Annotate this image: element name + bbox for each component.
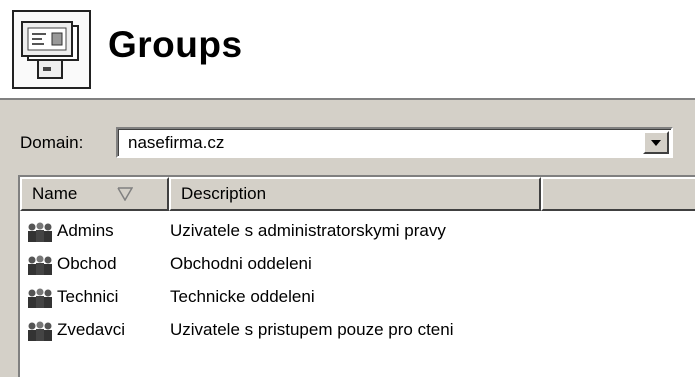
list-item[interactable]: Admins Uzivatele s administratorskymi pr… [20, 215, 695, 248]
domain-value: nasefirma.cz [128, 133, 225, 152]
list-item[interactable]: Obchod Obchodni oddeleni [20, 248, 695, 281]
group-description: Uzivatele s pristupem pouze pro cteni [170, 320, 454, 339]
groups-list[interactable]: Name Description Admins Uzivatele s admi… [18, 175, 695, 377]
sort-descending-icon [117, 187, 133, 201]
column-header-name[interactable]: Name [20, 177, 169, 211]
group-icon [28, 321, 52, 341]
groups-panel: Domain: nasefirma.cz Name Description Ad… [0, 98, 695, 377]
page-header: Groups [0, 0, 695, 98]
group-description: Technicke oddeleni [170, 287, 315, 306]
group-name: Admins [57, 221, 114, 240]
domain-select[interactable]: nasefirma.cz [116, 127, 673, 158]
group-description: Uzivatele s administratorskymi pravy [170, 221, 446, 240]
group-icon [28, 255, 52, 275]
column-header-name-label: Name [32, 184, 78, 203]
group-name: Obchod [57, 254, 117, 273]
page-title: Groups [108, 24, 243, 65]
list-item[interactable]: Technici Technicke oddeleni [20, 281, 695, 314]
group-description: Obchodni oddeleni [170, 254, 312, 273]
list-rows: Admins Uzivatele s administratorskymi pr… [20, 215, 695, 347]
group-name: Zvedavci [57, 320, 126, 339]
group-name: Technici [57, 287, 119, 306]
domain-label: Domain: [20, 133, 84, 152]
column-header-description-label: Description [181, 184, 267, 203]
group-icon [28, 222, 52, 242]
column-header-filler [541, 177, 695, 211]
groups-folder-icon [12, 10, 91, 89]
column-header-description[interactable]: Description [169, 177, 541, 211]
list-item[interactable]: Zvedavci Uzivatele s pristupem pouze pro… [20, 314, 695, 347]
group-icon [28, 288, 52, 308]
chevron-down-icon [651, 139, 661, 146]
dropdown-button[interactable] [643, 131, 669, 154]
